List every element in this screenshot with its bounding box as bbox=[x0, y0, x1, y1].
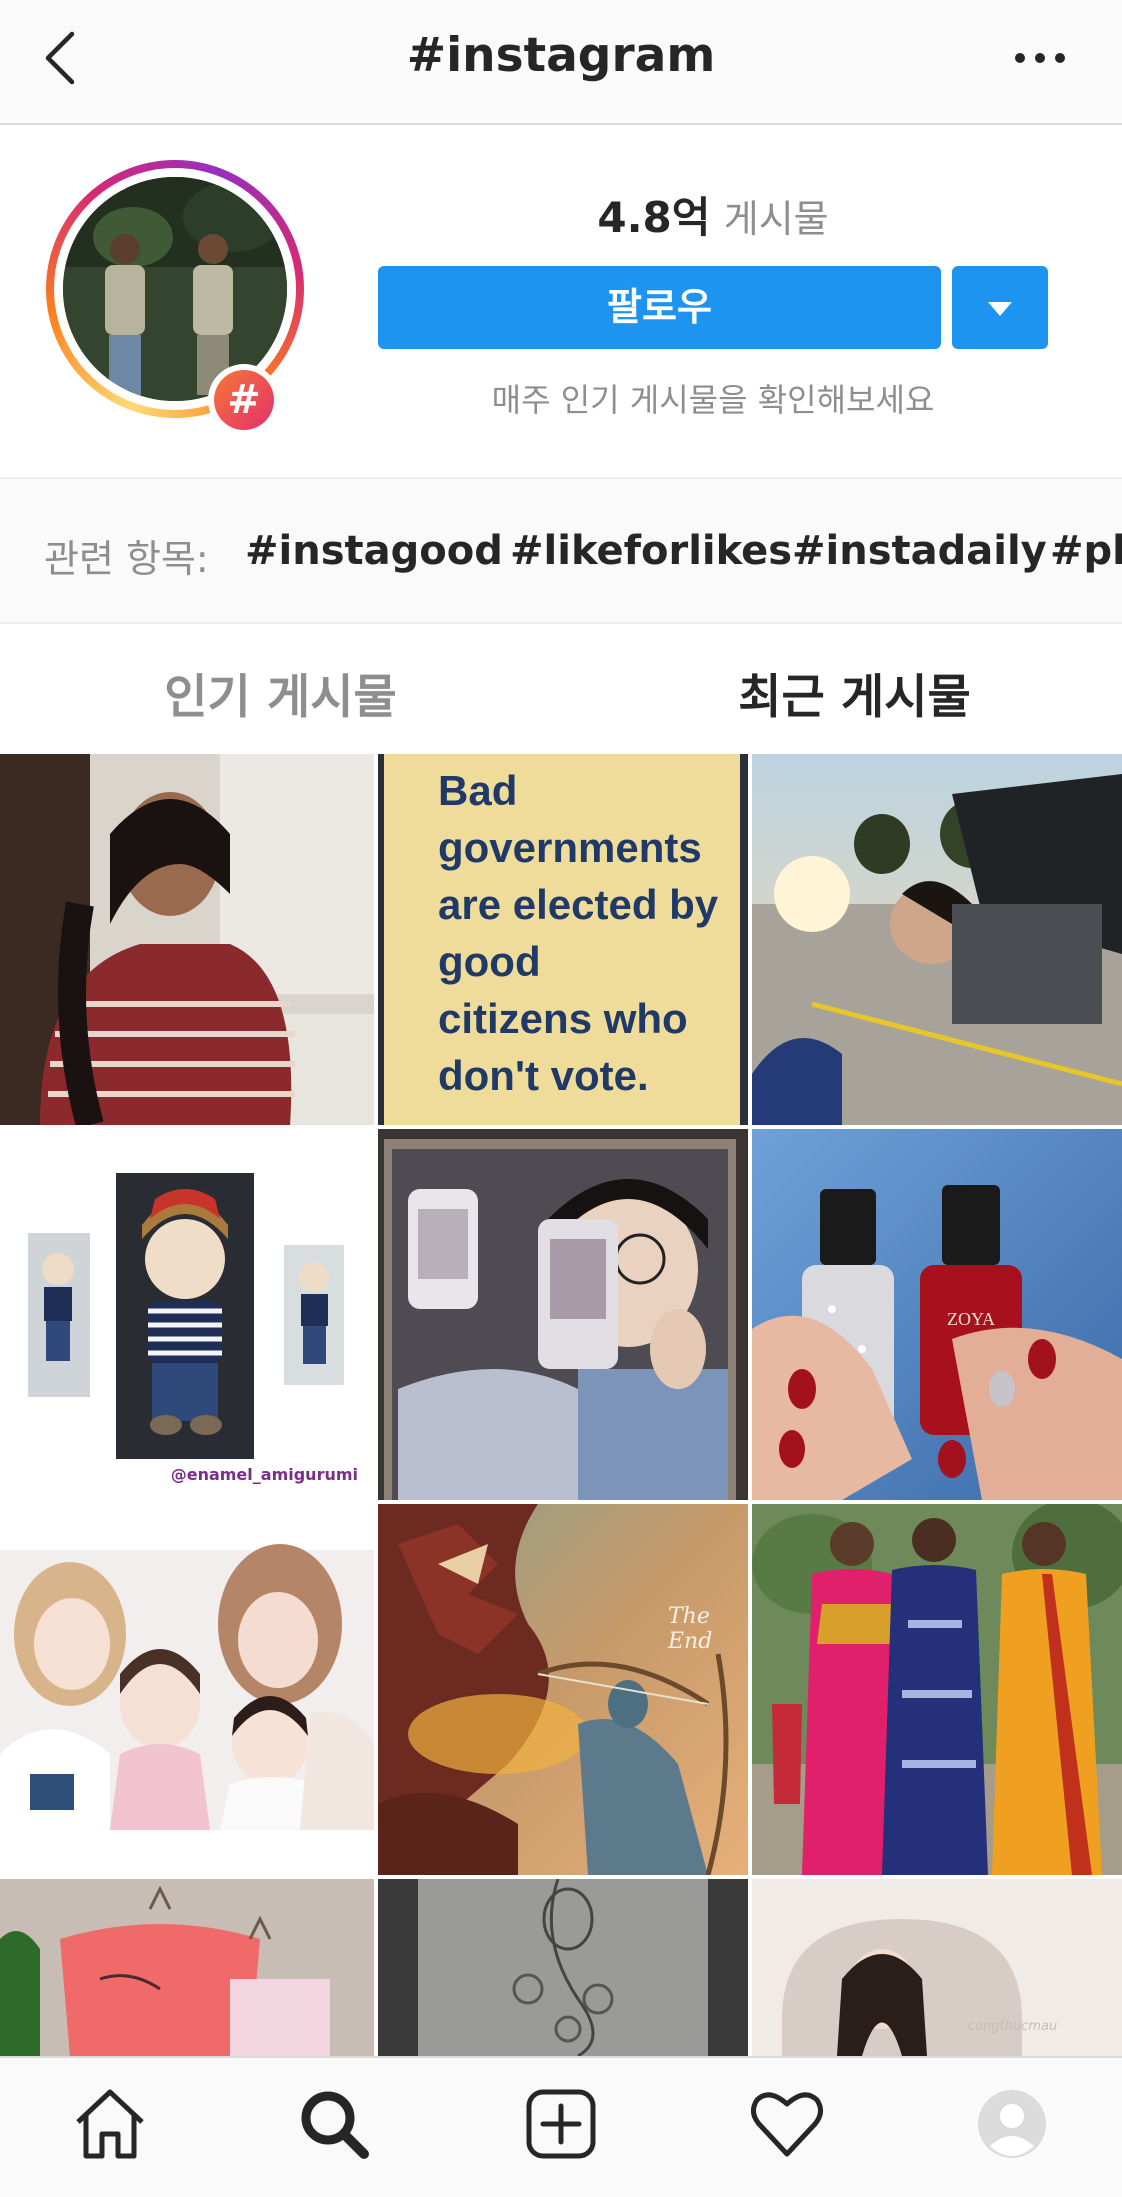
grid-post[interactable]: Bad governments are elected by good citi… bbox=[378, 754, 748, 1125]
grid-post[interactable] bbox=[0, 1879, 374, 2056]
home-icon bbox=[76, 2089, 144, 2159]
related-tag[interactable]: #instagood bbox=[245, 528, 503, 574]
page-title: #instagram bbox=[406, 28, 716, 83]
post-image bbox=[0, 1504, 374, 1875]
nav-activity-button[interactable] bbox=[745, 2082, 829, 2166]
quote-text: Bad governments are elected by good citi… bbox=[438, 767, 719, 1099]
post-image bbox=[0, 754, 374, 1125]
post-image bbox=[378, 1879, 748, 2056]
post-image bbox=[0, 1129, 374, 1500]
related-tag[interactable]: #instadaily bbox=[792, 528, 1047, 574]
nav-search-button[interactable] bbox=[292, 2082, 376, 2166]
hashtag-badge: # bbox=[214, 370, 274, 430]
post-image bbox=[378, 1504, 748, 1875]
post-image: ZOYA bbox=[752, 1129, 1122, 1500]
post-image bbox=[752, 1879, 1122, 2056]
post-image bbox=[752, 754, 1122, 1125]
post-count-label: 게시물 bbox=[723, 197, 829, 241]
follow-button[interactable]: 팔로우 bbox=[378, 266, 941, 349]
post-image bbox=[378, 1129, 748, 1500]
grid-post[interactable] bbox=[0, 754, 374, 1125]
tab-recent-posts[interactable]: 최근 게시물 bbox=[574, 658, 1122, 727]
more-options-button[interactable] bbox=[1010, 38, 1070, 78]
post-count-value: 4.8억 bbox=[597, 193, 711, 242]
post-image bbox=[0, 1879, 374, 2056]
grid-post[interactable] bbox=[378, 1879, 748, 2056]
post-count: 4.8억 게시물 bbox=[378, 184, 1048, 245]
grid-post[interactable]: ZOYA bbox=[752, 1129, 1122, 1500]
grid-post[interactable] bbox=[752, 1504, 1122, 1875]
weekly-caption: 매주 인기 게시물을 확인해보세요 bbox=[491, 381, 935, 419]
search-icon bbox=[301, 2091, 369, 2159]
polish-brand-text: ZOYA bbox=[947, 1309, 995, 1329]
activity-heart-icon bbox=[751, 2092, 823, 2157]
new-post-icon bbox=[526, 2089, 596, 2159]
grid-post[interactable] bbox=[752, 754, 1122, 1125]
post-watermark-text: congthucmau bbox=[968, 2019, 1058, 2034]
grid-post[interactable] bbox=[378, 1129, 748, 1500]
post-image bbox=[752, 1504, 1122, 1875]
tab-top-posts[interactable]: 인기 게시물 bbox=[0, 658, 561, 727]
profile-avatar-icon bbox=[978, 2090, 1046, 2158]
nav-profile-button[interactable] bbox=[970, 2082, 1054, 2166]
grid-post[interactable]: The End bbox=[378, 1504, 748, 1875]
nav-home-button[interactable] bbox=[68, 2082, 152, 2166]
related-tag[interactable]: #likeforlikes bbox=[510, 528, 792, 574]
follow-dropdown-button[interactable] bbox=[952, 266, 1048, 349]
post-handle-text: @enamel_amigurumi bbox=[170, 1465, 358, 1484]
post-overlay-text: The End bbox=[668, 1604, 713, 1654]
caret-down-icon bbox=[988, 302, 1012, 316]
grid-post[interactable] bbox=[0, 1504, 374, 1875]
related-tag[interactable]: #ph bbox=[1050, 528, 1122, 574]
quote-card: Bad governments are elected by good citi… bbox=[384, 754, 740, 1125]
related-label: 관련 항목: bbox=[44, 537, 209, 581]
nav-new-post-button[interactable] bbox=[519, 2082, 603, 2166]
grid-post[interactable]: congthucmau bbox=[752, 1879, 1122, 2056]
grid-post[interactable]: @enamel_amigurumi bbox=[0, 1129, 374, 1500]
more-horizontal-icon bbox=[1015, 53, 1065, 63]
